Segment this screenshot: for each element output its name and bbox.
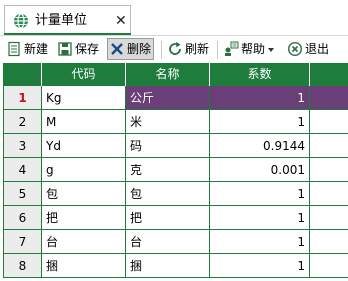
toolbar: 新建 保存 删除 刷新 帮助 退出 [0,35,348,63]
code-cell[interactable]: Kg [42,86,126,110]
name-cell[interactable]: 克 [126,158,210,182]
code-cell[interactable]: Yd [42,134,126,158]
save-button[interactable]: 保存 [57,38,99,60]
delete-label: 删除 [127,42,152,56]
factor-cell[interactable]: 1 [210,110,310,134]
row-number-cell[interactable]: 6 [3,206,42,230]
save-label: 保存 [75,42,100,56]
close-icon[interactable]: ✕ [115,13,127,29]
filler-cell [310,182,348,206]
filler-cell [310,134,348,158]
factor-cell[interactable]: 1 [210,206,310,230]
unit-grid: 代码 名称 系数 1 Kg 公斤 1 2 M 米 1 3 Yd 码 0.9144 4 g 克 0.001 5 包包… [3,63,348,281]
row-number-cell[interactable]: 2 [3,110,42,134]
new-button[interactable]: 新建 [6,38,48,60]
name-cell[interactable]: 包 [126,182,210,206]
name-cell[interactable]: 把 [126,206,210,230]
row-number-header [3,63,42,86]
grid-header: 代码 名称 系数 [3,63,348,86]
toolbar-separator [161,41,162,59]
name-cell[interactable]: 码 [126,134,210,158]
new-label: 新建 [24,42,49,56]
table-row[interactable]: 8捆捆1 [3,254,348,278]
factor-cell[interactable]: 1 [210,182,310,206]
code-cell[interactable]: 捆 [42,254,126,278]
factor-cell[interactable]: 0.001 [210,158,310,182]
tab-unit-of-measure[interactable]: 计量单位 ✕ [4,5,131,35]
row-number-cell[interactable]: 5 [3,182,42,206]
table-row[interactable]: 3 Yd 码 0.9144 [3,134,348,158]
table-row[interactable]: 4 g 克 0.001 [3,158,348,182]
table-row[interactable]: 1 Kg 公斤 1 [3,86,348,110]
column-header-code[interactable]: 代码 [42,63,126,86]
delete-button[interactable]: 删除 [107,38,155,60]
row-number-cell[interactable]: 8 [3,254,42,278]
column-header-factor[interactable]: 系数 [210,63,310,86]
filler-cell [310,254,348,278]
delete-x-icon [109,41,125,57]
refresh-label: 刷新 [185,42,210,56]
factor-cell[interactable]: 1 [210,230,310,254]
exit-label: 退出 [305,42,330,56]
help-dropdown-button[interactable]: 帮助 [223,38,275,60]
factor-cell[interactable]: 1 [210,86,310,110]
name-cell[interactable]: 捆 [126,254,210,278]
row-number-cell[interactable]: 1 [3,86,42,110]
help-person-icon [223,41,239,57]
help-label: 帮助 [241,42,266,56]
code-cell[interactable]: M [42,110,126,134]
table-row[interactable]: 6把把1 [3,206,348,230]
refresh-button[interactable]: 刷新 [167,38,209,60]
code-cell[interactable]: 包 [42,182,126,206]
code-cell[interactable]: 台 [42,230,126,254]
filler-cell [310,110,348,134]
filler-cell [310,206,348,230]
exit-button[interactable]: 退出 [287,38,329,60]
table-row[interactable]: 5包包1 [3,182,348,206]
unit-of-measure-window: 计量单位 ✕ 新建 保存 删除 刷新 帮助 退出 代码 名称 系数 1 Kg 公… [0,0,348,281]
filler-cell [310,230,348,254]
factor-cell[interactable]: 0.9144 [210,134,310,158]
tab-strip: 计量单位 ✕ [0,0,348,35]
row-number-cell[interactable]: 7 [3,230,42,254]
header-filler [310,63,348,86]
toolbar-separator [217,41,218,59]
filler-cell [310,86,348,110]
name-cell[interactable]: 米 [126,110,210,134]
code-cell[interactable]: g [42,158,126,182]
table-row[interactable]: 2M米1 [3,110,348,134]
refresh-icon [167,41,183,57]
name-cell[interactable]: 公斤 [126,86,210,110]
code-cell[interactable]: 把 [42,206,126,230]
row-number-cell[interactable]: 3 [3,134,42,158]
name-cell[interactable]: 台 [126,230,210,254]
exit-circle-x-icon [287,41,303,57]
row-number-cell[interactable]: 4 [3,158,42,182]
globe-icon [13,13,29,29]
column-header-name[interactable]: 名称 [126,63,210,86]
filler-cell [310,158,348,182]
new-document-icon [6,41,22,57]
save-disk-icon [57,41,73,57]
factor-cell[interactable]: 1 [210,254,310,278]
tab-title: 计量单位 [35,13,88,28]
table-row[interactable]: 7台台1 [3,230,348,254]
chevron-down-icon [268,48,275,52]
